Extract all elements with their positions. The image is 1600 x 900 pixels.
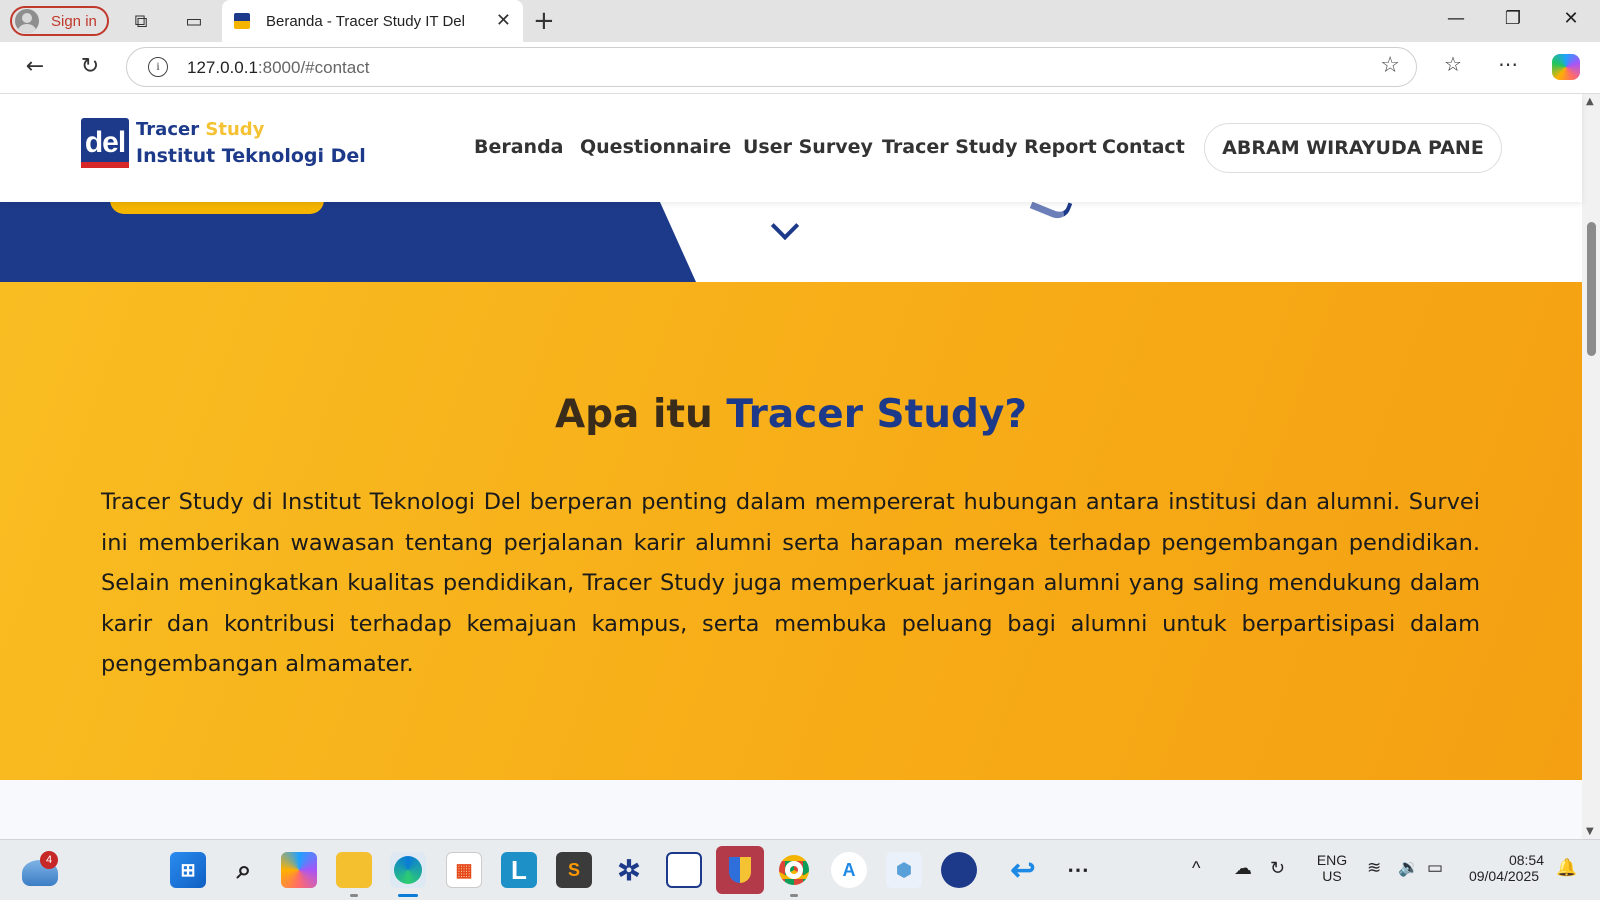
app-indicator xyxy=(790,894,798,897)
sublime-text-icon[interactable]: S xyxy=(556,852,592,888)
close-window-icon[interactable]: ✕ xyxy=(1556,8,1586,29)
edge-browser-icon[interactable] xyxy=(390,852,426,888)
windows-taskbar: 4 ⊞ ⌕ ▦ L S ✲ A ⬢ ↩ ⋯ ^ ☁ ↻ ENG US ≋ 🔉 ▭ … xyxy=(0,839,1600,900)
next-section xyxy=(0,780,1582,839)
notifications-icon[interactable]: 🔔 xyxy=(1556,858,1577,878)
clock[interactable]: 08:54 09/04/2025 xyxy=(1464,852,1544,884)
brand-subtitle[interactable]: Institut Teknologi Del xyxy=(136,145,366,167)
site-header: del Tracer Study Institut Teknologi Del … xyxy=(0,94,1582,202)
show-hidden-icons-icon[interactable]: ^ xyxy=(1192,858,1200,879)
favorites-icon[interactable]: ☆ xyxy=(1438,52,1468,76)
nav-tracer-study-report[interactable]: Tracer Study Report xyxy=(882,136,1097,158)
url-text: 127.0.0.1:8000/#contact xyxy=(187,58,370,77)
cube-app-icon[interactable]: ⬢ xyxy=(886,852,922,888)
sync-icon[interactable]: ↻ xyxy=(1270,858,1285,879)
close-tab-icon[interactable]: ✕ xyxy=(496,10,511,31)
favorite-star-icon[interactable]: ☆ xyxy=(1380,53,1400,78)
site-favicon-icon xyxy=(234,13,250,29)
back-icon[interactable]: ← xyxy=(20,54,50,79)
more-apps-icon[interactable]: ⋯ xyxy=(1060,852,1096,888)
section-title: Apa itu Tracer Study? xyxy=(554,392,1028,437)
tab-actions-icon[interactable]: ▭ xyxy=(182,9,206,33)
minimize-icon[interactable]: — xyxy=(1441,8,1471,29)
app-indicator xyxy=(350,894,358,897)
scroll-down-arrow-icon[interactable]: ▼ xyxy=(1586,826,1594,837)
page-scrollbar[interactable]: ▲ ▼ xyxy=(1582,94,1600,839)
new-tab-icon[interactable]: + xyxy=(533,6,555,36)
copilot-icon[interactable] xyxy=(1552,54,1580,80)
scroll-down-chevron-icon[interactable] xyxy=(770,211,800,241)
hero-background-shape xyxy=(0,202,696,282)
security-shield-icon[interactable] xyxy=(716,846,764,894)
app-indicator-active xyxy=(398,894,418,897)
l-app-icon[interactable]: L xyxy=(501,852,537,888)
user-account-button[interactable]: ABRAM WIRAYUDA PANE xyxy=(1204,123,1502,173)
sign-in-button[interactable]: Sign in xyxy=(10,6,109,36)
volume-icon[interactable]: 🔉 xyxy=(1398,858,1419,878)
del-logo[interactable]: del xyxy=(81,118,129,168)
refresh-icon[interactable]: ↻ xyxy=(75,54,105,79)
scrollbar-thumb[interactable] xyxy=(1587,222,1596,356)
microsoft-store-icon[interactable]: ▦ xyxy=(446,852,482,888)
nav-user-survey[interactable]: User Survey xyxy=(743,136,873,158)
nav-questionnaire[interactable]: Questionnaire xyxy=(580,136,731,158)
start-windows-icon[interactable]: ⊞ xyxy=(170,852,206,888)
address-bar[interactable]: i 127.0.0.1:8000/#contact ☆ xyxy=(126,47,1417,87)
profile-icon xyxy=(15,9,39,33)
active-tab[interactable]: Beranda - Tracer Study IT Del ✕ xyxy=(222,0,523,42)
wifi-icon[interactable]: ≋ xyxy=(1367,858,1381,878)
chrome-icon[interactable] xyxy=(776,852,812,888)
weather-badge: 4 xyxy=(40,851,58,869)
android-studio-icon[interactable]: A xyxy=(831,852,867,888)
site-info-icon[interactable]: i xyxy=(148,57,168,77)
nav-contact[interactable]: Contact xyxy=(1102,136,1185,158)
nav-beranda[interactable]: Beranda xyxy=(474,136,564,158)
brand-title[interactable]: Tracer Study xyxy=(136,119,264,140)
settings-gear-app-icon[interactable]: ✲ xyxy=(611,852,647,888)
tab-title: Beranda - Tracer Study IT Del xyxy=(266,12,465,30)
workspaces-icon[interactable]: ⧉ xyxy=(129,9,153,33)
mysql-dolphin-icon[interactable]: ↩ xyxy=(1005,852,1041,888)
sign-in-label: Sign in xyxy=(51,12,97,30)
file-explorer-icon[interactable] xyxy=(336,852,372,888)
address-toolbar: ← ↻ i 127.0.0.1:8000/#contact ☆ ☆ ⋯ xyxy=(0,42,1600,94)
onedrive-icon[interactable]: ☁ xyxy=(1234,858,1252,879)
battery-icon[interactable]: ▭ xyxy=(1427,858,1443,878)
search-icon[interactable]: ⌕ xyxy=(226,852,262,888)
about-tracer-study-section: Apa itu Tracer Study? Tracer Study di In… xyxy=(0,282,1582,780)
window-app-icon[interactable] xyxy=(666,852,702,888)
language-indicator[interactable]: ENG US xyxy=(1312,852,1352,884)
scroll-up-arrow-icon[interactable]: ▲ xyxy=(1586,96,1594,107)
page-viewport: del Tracer Study Institut Teknologi Del … xyxy=(0,94,1600,839)
more-menu-icon[interactable]: ⋯ xyxy=(1493,52,1523,76)
browser-tab-bar: Sign in ⧉ ▭ Beranda - Tracer Study IT De… xyxy=(0,0,1600,42)
copilot-taskbar-icon[interactable] xyxy=(281,852,317,888)
restore-icon[interactable]: ❐ xyxy=(1498,8,1528,29)
section-body-text: Tracer Study di Institut Teknologi Del b… xyxy=(101,489,1480,677)
circle-app-icon[interactable] xyxy=(941,852,977,888)
